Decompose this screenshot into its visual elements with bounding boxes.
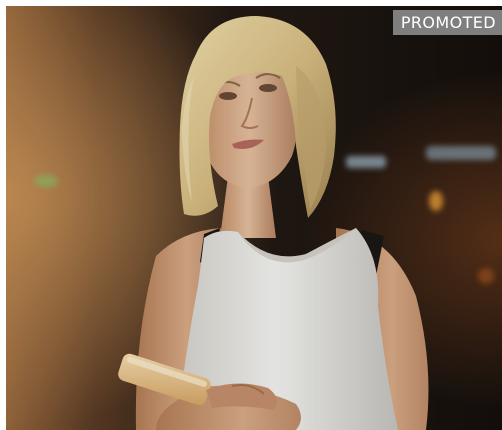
photo-illustration (6, 6, 502, 430)
promoted-badge: PROMOTED (392, 10, 502, 35)
promoted-ad-card[interactable]: PROMOTED (0, 0, 502, 430)
ad-photo-woman-with-phone[interactable] (6, 6, 502, 430)
